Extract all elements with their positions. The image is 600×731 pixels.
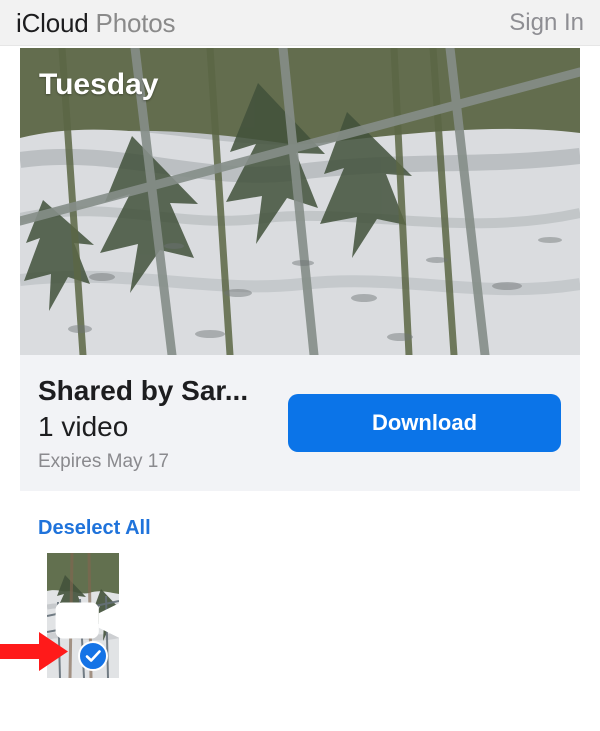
selected-checkmark-badge: [78, 641, 108, 671]
top-navigation-bar: iCloud Photos Sign In: [0, 0, 600, 46]
sign-in-link[interactable]: Sign In: [509, 8, 584, 38]
album-hero-preview: Tuesday: [20, 48, 580, 355]
shared-album-card: Tuesday Shared by Sar... 1 video Expires…: [20, 48, 580, 491]
red-arrow-icon: [0, 632, 68, 671]
red-arrow-icon-graphic: [0, 632, 68, 671]
album-day-title: Tuesday: [39, 68, 159, 101]
brand-word-icloud: iCloud: [16, 8, 89, 38]
brand-word-photos: Photos: [95, 8, 176, 38]
shared-by-label: Shared by Sar...: [38, 375, 249, 406]
download-button[interactable]: Download: [288, 394, 561, 452]
deselect-all-link[interactable]: Deselect All: [38, 515, 151, 541]
album-info-panel: Shared by Sar... 1 video Expires May 17 …: [20, 355, 580, 491]
checkmark-icon: [85, 650, 101, 662]
album-expiration: Expires May 17: [38, 451, 169, 472]
album-item-count: 1 video: [38, 411, 129, 442]
video-camera-icon: [52, 558, 119, 639]
icloud-photos-logo: iCloud Photos: [16, 8, 175, 38]
